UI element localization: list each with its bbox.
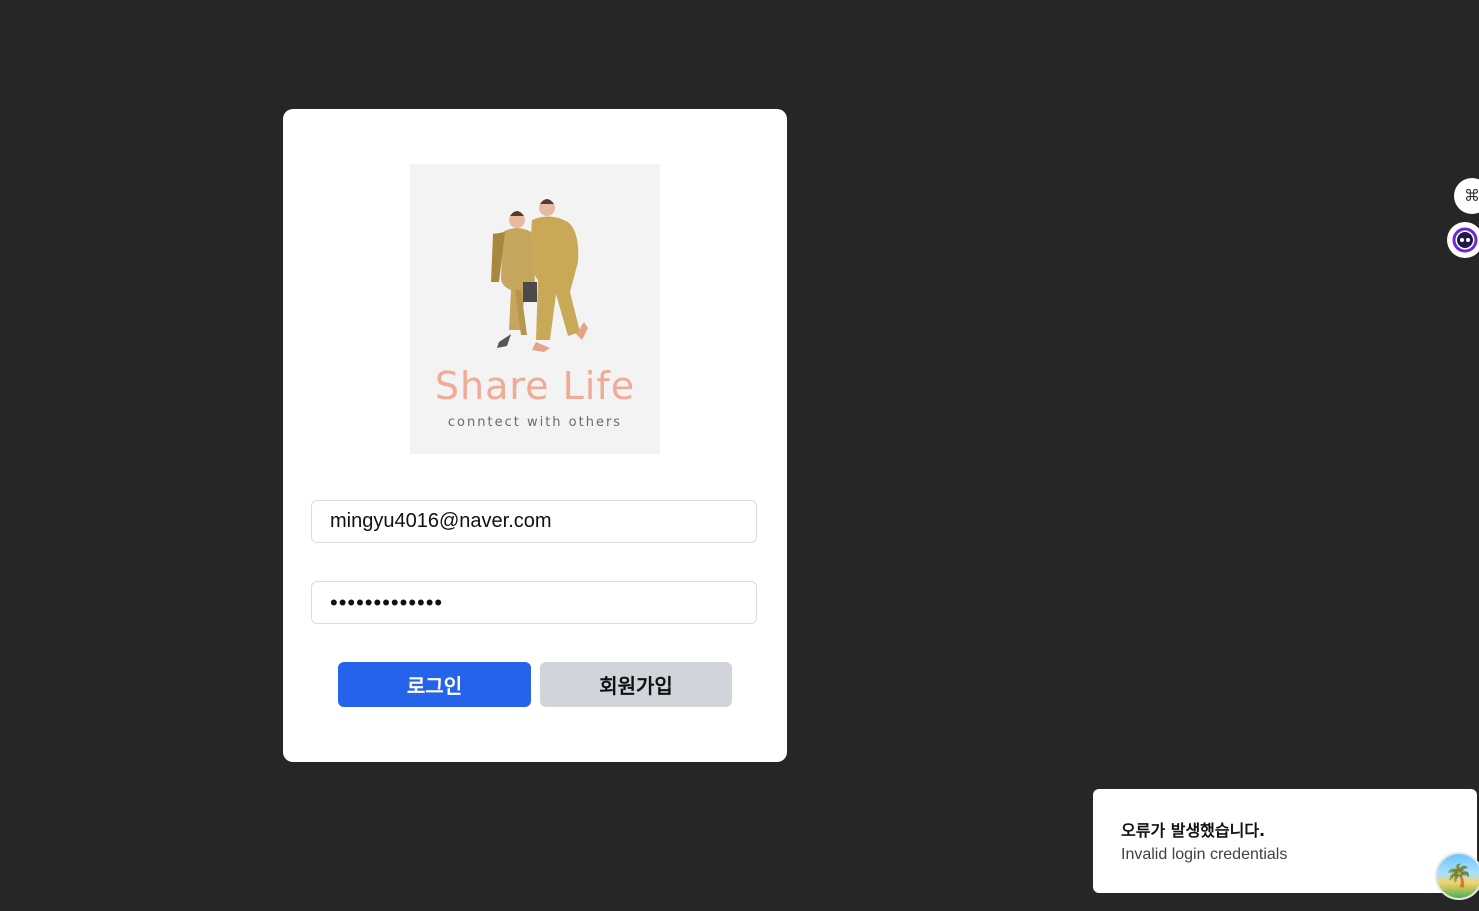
palm-tree-avatar-icon[interactable]: 🌴: [1435, 852, 1479, 900]
toast-message: Invalid login credentials: [1121, 846, 1288, 863]
error-toast: 오류가 발생했습니다. Invalid login credentials: [1093, 789, 1477, 893]
brand-tagline: conntect with others: [447, 415, 623, 430]
command-icon[interactable]: ⌘: [1454, 178, 1479, 214]
share-life-logo: Share Life conntect with others: [410, 164, 660, 454]
login-button[interactable]: 로그인: [338, 662, 531, 707]
brand-name: Share Life: [434, 364, 636, 408]
login-card: Share Life conntect with others mingyu40…: [283, 109, 787, 762]
toast-title: 오류가 발생했습니다.: [1121, 821, 1266, 840]
email-field[interactable]: mingyu4016@naver.com: [311, 500, 757, 543]
password-field[interactable]: •••••••••••••: [311, 581, 757, 624]
signup-button[interactable]: 회원가입: [540, 662, 732, 707]
walking-men-illustration: [491, 199, 588, 352]
assistant-face-icon[interactable]: [1447, 222, 1479, 258]
